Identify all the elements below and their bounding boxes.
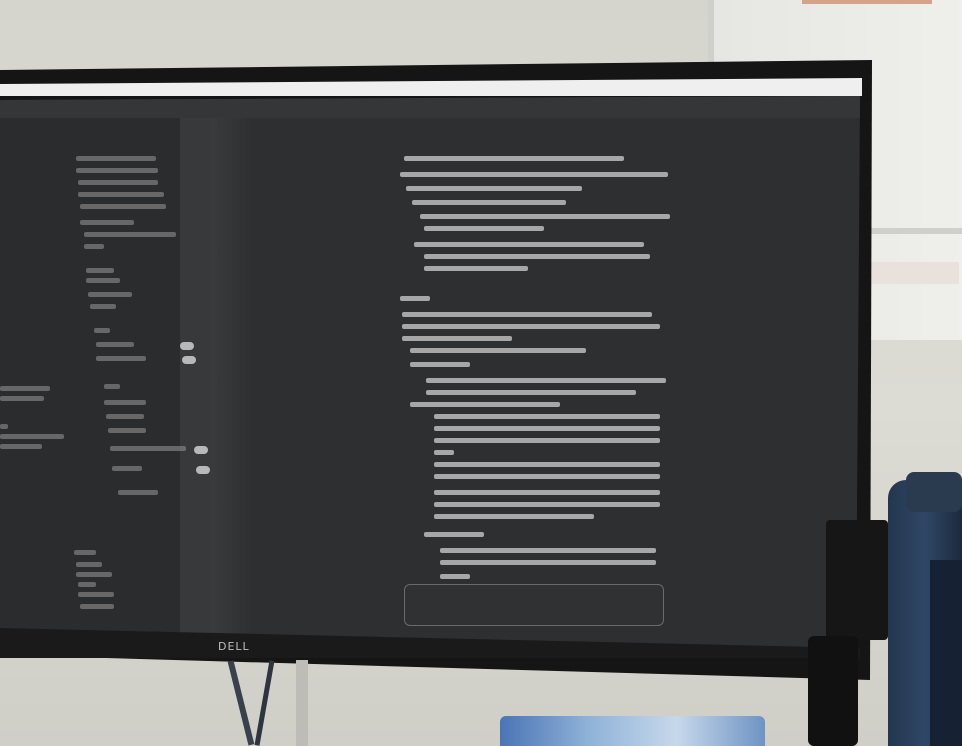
monitor-stand [296, 660, 308, 746]
blurred-text-line [424, 226, 544, 231]
blurred-text-line [104, 400, 146, 405]
water-bottle-shadow [930, 560, 962, 746]
blurred-text-line [112, 466, 142, 471]
toggle-switch [180, 342, 194, 350]
blurred-text-line [0, 444, 42, 449]
monitor-brand-logo: DELL [218, 640, 250, 653]
blurred-text-line [400, 296, 430, 301]
blurred-text-line [426, 390, 636, 395]
blurred-text-line [440, 560, 656, 565]
blurred-text-line [78, 192, 164, 197]
blurred-text-line [90, 304, 116, 309]
blurred-text-line [406, 186, 582, 191]
microphone-arm [826, 520, 888, 640]
blurred-text-line [426, 378, 666, 383]
blurred-text-line [118, 490, 158, 495]
microphone [808, 636, 858, 746]
settings-sidebar [180, 118, 210, 648]
blurred-text-line [0, 396, 44, 401]
blurred-text-line [86, 268, 114, 273]
blurred-text-line [84, 232, 176, 237]
whiteboard-strip [802, 0, 932, 4]
blurred-text-line [78, 582, 96, 587]
blurred-text-line [434, 462, 660, 467]
blurred-text-line [0, 424, 8, 429]
blurred-text-line [404, 156, 624, 161]
blurred-text-line [80, 604, 114, 609]
chat-pane [250, 118, 856, 648]
blurred-text-line [76, 168, 158, 173]
blurred-text-line [96, 356, 146, 361]
blurred-text-line [104, 384, 120, 389]
toggle-switch [196, 466, 210, 474]
blurred-text-line [420, 214, 670, 219]
blurred-text-line [434, 474, 660, 479]
blurred-text-line [402, 324, 660, 329]
blurred-text-line [440, 548, 656, 553]
blurred-text-line [434, 514, 594, 519]
blurred-text-line [412, 200, 566, 205]
blurred-text-line [110, 446, 186, 451]
toggle-switch [182, 356, 196, 364]
blurred-text-line [434, 426, 660, 431]
blurred-text-line [424, 254, 650, 259]
toggle-switch [194, 446, 208, 454]
left-pane [0, 118, 180, 648]
blurred-text-line [434, 450, 454, 455]
blurred-text-line [424, 532, 484, 537]
monitor-screen [0, 96, 860, 648]
blurred-text-line [80, 204, 166, 209]
blurred-text-line [434, 438, 660, 443]
blurred-text-line [76, 562, 102, 567]
blurred-text-line [434, 502, 660, 507]
water-bottle-cap [906, 472, 962, 512]
blurred-text-line [76, 572, 112, 577]
blurred-text-line [410, 402, 560, 407]
blurred-text-line [440, 574, 470, 579]
whiteboard-note [864, 262, 959, 284]
blurred-text-line [402, 336, 512, 341]
blurred-text-line [0, 434, 64, 439]
blurred-text-line [108, 428, 146, 433]
blurred-text-line [434, 414, 660, 419]
blurred-text-line [84, 244, 104, 249]
blurred-text-line [0, 386, 50, 391]
blurred-text-line [414, 242, 644, 247]
blurred-text-line [424, 266, 528, 271]
blurred-text-line [78, 592, 114, 597]
blurred-text-line [410, 362, 470, 367]
blurred-text-line [78, 180, 158, 185]
blurred-text-line [400, 172, 668, 177]
desk-item [500, 716, 765, 746]
blurred-text-line [434, 490, 660, 495]
blurred-text-line [86, 278, 120, 283]
blurred-text-line [106, 414, 144, 419]
blurred-text-line [96, 342, 134, 347]
blurred-text-line [410, 348, 586, 353]
blurred-text-line [76, 156, 156, 161]
blurred-text-line [402, 312, 652, 317]
blurred-text-line [88, 292, 132, 297]
chat-input-box [404, 584, 664, 626]
blurred-text-line [94, 328, 110, 333]
blurred-text-line [74, 550, 96, 555]
blurred-text-line [80, 220, 134, 225]
pane-divider [210, 118, 250, 648]
